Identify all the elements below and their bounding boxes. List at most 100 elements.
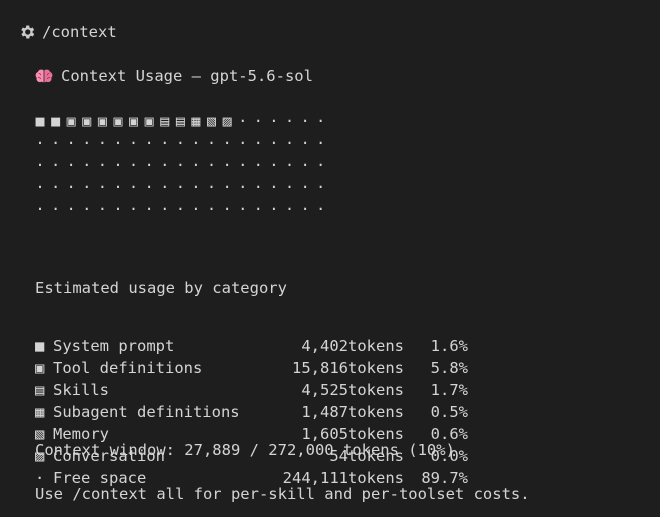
grid-cell: · <box>315 198 331 220</box>
grid-row: · · · · · · · · · · · · · · · · · · · <box>34 132 330 154</box>
grid-cell: ▣ <box>128 110 144 132</box>
category-row: ▣ Tool definitions 15,816 tokens 5.8% <box>35 357 468 379</box>
grid-cell-glyph: · <box>316 199 326 218</box>
grid-cell-glyph: · <box>284 199 295 218</box>
grid-cell: · <box>128 132 144 154</box>
category-unit: tokens <box>348 359 404 377</box>
grid-cell: · <box>112 198 128 220</box>
grid-cell: · <box>112 132 128 154</box>
grid-cell-glyph: · <box>284 133 295 152</box>
grid-cell-glyph: · <box>300 199 310 218</box>
grid-cell: · <box>237 176 253 198</box>
grid-cell-glyph: · <box>144 199 154 218</box>
category-tokens: 4,402 <box>301 337 348 355</box>
grid-cell: ▣ <box>143 110 159 132</box>
grid-cell-glyph: · <box>238 111 248 130</box>
context-usage-heading: Context Usage — gpt-5.6-sol <box>61 67 313 85</box>
grid-cell-glyph: · <box>51 177 61 196</box>
category-percent: 1.7% <box>430 381 468 399</box>
grid-cell-glyph: · <box>97 133 107 152</box>
grid-cell: · <box>237 132 253 154</box>
grid-cell-glyph: · <box>51 133 61 152</box>
grid-cell: · <box>190 132 206 154</box>
grid-cell-glyph: · <box>269 111 279 130</box>
grid-cell-glyph: · <box>97 155 107 174</box>
grid-cell: · <box>221 132 237 154</box>
grid-cell-glyph: · <box>207 155 217 174</box>
grid-cell: · <box>143 198 159 220</box>
grid-cell-glyph: · <box>269 199 279 218</box>
grid-cell: ■ <box>50 110 66 132</box>
grid-cell: · <box>81 176 97 198</box>
grid-cell: · <box>284 198 300 220</box>
grid-cell: · <box>299 110 315 132</box>
grid-cell-glyph: · <box>191 177 201 196</box>
grid-cell-glyph: · <box>144 133 154 152</box>
grid-cell-glyph: · <box>253 111 263 130</box>
grid-cell-glyph: · <box>222 133 232 152</box>
grid-cell-glyph: · <box>129 199 139 218</box>
grid-cell: · <box>315 176 331 198</box>
grid-cell-glyph: · <box>175 177 185 196</box>
grid-cell-glyph: · <box>66 155 76 174</box>
grid-cell: · <box>299 132 315 154</box>
grid-cell-glyph: · <box>144 177 154 196</box>
grid-cell: · <box>206 176 222 198</box>
grid-cell-glyph: · <box>160 177 170 196</box>
grid-cell-glyph: ▤ <box>175 111 185 130</box>
grid-cell-glyph: · <box>66 177 76 196</box>
brain-icon <box>35 69 53 83</box>
grid-cell: · <box>268 154 284 176</box>
category-tokens: 4,525 <box>301 381 348 399</box>
command-line: /context <box>18 20 117 44</box>
grid-cell: · <box>284 176 300 198</box>
category-percent: 5.8% <box>430 359 468 377</box>
category-tokens: 1,487 <box>301 403 348 421</box>
grid-cell-glyph: · <box>191 199 201 218</box>
grid-cell: · <box>284 110 300 132</box>
grid-cell-glyph: · <box>222 155 232 174</box>
grid-cell-glyph: · <box>175 199 185 218</box>
grid-cell-glyph: · <box>284 155 295 174</box>
grid-row: ■ ■ ▣ ▣ ▣ ▣ ▣ ▣ ▤ ▤ ▦ ▧ ▨ · · · · · · <box>34 110 330 132</box>
grid-cell-glyph: ▣ <box>97 111 107 130</box>
command-text: /context <box>42 23 117 41</box>
grid-cell-glyph: · <box>191 133 201 152</box>
grid-cell: · <box>299 176 315 198</box>
grid-cell: ▣ <box>112 110 128 132</box>
grid-cell: ▤ <box>159 110 175 132</box>
grid-cell: · <box>268 132 284 154</box>
grid-cell: · <box>96 154 112 176</box>
grid-cell: · <box>268 176 284 198</box>
grid-cell: ▨ <box>221 110 237 132</box>
grid-cell-glyph: · <box>113 199 123 218</box>
grid-cell-glyph: · <box>207 199 217 218</box>
category-name: Skills <box>53 381 109 399</box>
grid-cell: ▣ <box>65 110 81 132</box>
grid-cell-glyph: · <box>66 199 76 218</box>
grid-cell-glyph: ■ <box>51 111 61 130</box>
grid-cell-glyph: · <box>269 155 279 174</box>
grid-cell-glyph: ■ <box>35 111 45 130</box>
grid-cell: · <box>299 154 315 176</box>
grid-cell: · <box>159 198 175 220</box>
grid-cell: · <box>237 154 253 176</box>
grid-cell-glyph: · <box>66 133 76 152</box>
grid-cell: · <box>159 154 175 176</box>
grid-cell-glyph: · <box>129 177 139 196</box>
grid-cell: · <box>65 198 81 220</box>
category-glyph: ▤ <box>35 381 45 399</box>
grid-row: · · · · · · · · · · · · · · · · · · · <box>34 154 330 176</box>
grid-cell-glyph: ▣ <box>144 111 154 130</box>
grid-cell-glyph: · <box>253 133 263 152</box>
grid-cell: · <box>96 176 112 198</box>
grid-cell-glyph: · <box>51 199 61 218</box>
grid-cell-glyph: · <box>316 177 326 196</box>
category-glyph: ■ <box>35 337 45 355</box>
grid-cell-glyph: · <box>316 155 326 174</box>
grid-cell-glyph: · <box>35 133 45 152</box>
usage-by-category: Estimated usage by category ■ System prom… <box>35 241 468 507</box>
grid-cell: ▦ <box>190 110 206 132</box>
grid-cell: · <box>65 154 81 176</box>
grid-cell-glyph: · <box>253 155 263 174</box>
